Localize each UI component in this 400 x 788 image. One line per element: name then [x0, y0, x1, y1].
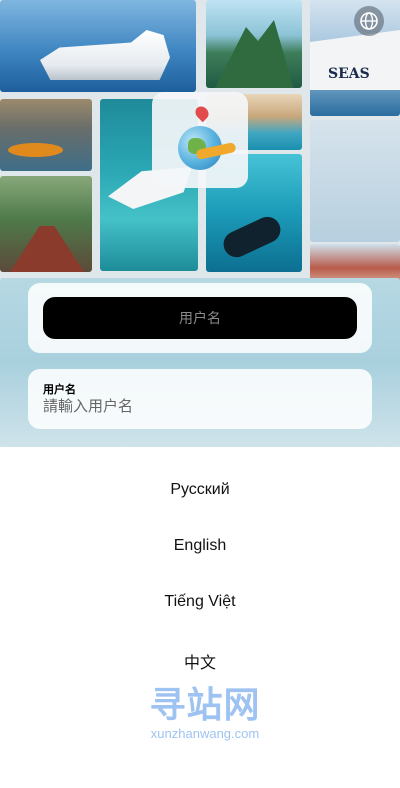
login-button-card: 用户名	[28, 283, 372, 353]
username-field-card: 用户名	[28, 369, 372, 429]
watermark: 寻站网 xunzhanwang.com	[140, 686, 270, 742]
ship-shape	[40, 30, 170, 80]
username-label: 用户名	[43, 383, 76, 396]
kayak-photo	[0, 99, 92, 171]
diver-shape	[219, 212, 285, 262]
map-pin-icon	[192, 103, 212, 123]
language-option-chinese[interactable]: 中文	[0, 649, 400, 673]
sky-photo	[310, 120, 400, 242]
watermark-title: 寻站网	[149, 685, 261, 726]
language-option-vietnamese[interactable]: Tiếng Việt	[0, 593, 400, 611]
username-input[interactable]	[43, 397, 343, 415]
ship-name-text: SEAS	[328, 66, 370, 82]
cruise-ship-photo	[0, 0, 196, 92]
language-switch-button[interactable]	[354, 6, 384, 36]
globe-icon	[360, 12, 378, 30]
mountain-shape	[214, 20, 294, 88]
background-collage: SEAS 用户名 用户名	[0, 0, 400, 447]
island-photo	[206, 0, 302, 88]
bridge-shape	[10, 226, 84, 272]
login-submit-button[interactable]: 用户名	[43, 297, 357, 339]
kayak-shape	[8, 143, 63, 157]
travel-logo	[152, 92, 248, 188]
watermark-subtitle: xunzhanwang.com	[150, 726, 260, 741]
language-option-english[interactable]: English	[0, 537, 400, 555]
bridge-photo	[0, 176, 92, 272]
language-option-russian[interactable]: Русский	[0, 481, 400, 499]
